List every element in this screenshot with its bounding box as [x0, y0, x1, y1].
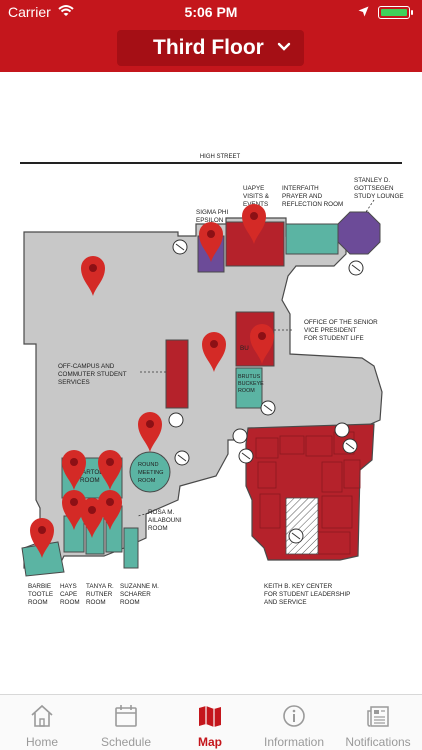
keith-hatched-area: [285, 497, 319, 555]
label-rosa-1: ROSA M.: [148, 509, 174, 516]
tab-schedule[interactable]: Schedule: [84, 695, 168, 750]
label-interfaith-1: INTERFAITH: [282, 185, 319, 192]
label-hays-2: CAPE: [60, 591, 77, 598]
label-interfaith-2: PRAYER AND: [282, 193, 323, 200]
newspaper-icon: [367, 706, 389, 727]
label-barbie-3: ROOM: [28, 599, 48, 606]
label-offcampus-3: SERVICES: [58, 379, 90, 386]
label-offcampus-1: OFF-CAMPUS AND: [58, 363, 115, 370]
calendar-icon: [115, 705, 137, 727]
label-uapye-2: VISITS &: [243, 193, 270, 200]
label-barbie-2: TOOTLE: [28, 591, 53, 598]
tab-schedule-label: Schedule: [100, 735, 152, 749]
restroom-icon: [232, 428, 248, 444]
label-stanley-2: GOTTSEGEN: [354, 185, 394, 192]
map-icon: [199, 706, 221, 727]
suzanne-scharer-room[interactable]: [123, 527, 139, 569]
label-tanya-1: TANYA R.: [86, 583, 114, 590]
info-icon: [283, 705, 305, 727]
stanley-lounge[interactable]: [337, 211, 381, 255]
label-rosa-3: ROOM: [148, 525, 168, 532]
tab-map[interactable]: Map: [168, 695, 252, 750]
label-round-3: ROOM: [138, 478, 156, 484]
label-bu: BU: [240, 345, 249, 352]
street-label: HIGH STREET: [200, 154, 241, 160]
interfaith-room[interactable]: [285, 223, 339, 255]
battery-tip: [411, 10, 413, 15]
restroom-icon: [168, 412, 184, 428]
label-tanya-2: RUTNER: [86, 591, 113, 598]
label-uapye-1: UAPYE: [243, 185, 264, 192]
tab-notifications[interactable]: Notifications: [336, 695, 420, 750]
app-header: Carrier 5:06 PM Third Floor: [0, 0, 422, 72]
label-suzanne-2: SCHARER: [120, 591, 151, 598]
label-keith-2: FOR STUDENT LEADERSHIP: [264, 591, 350, 598]
tab-home[interactable]: Home: [0, 695, 84, 750]
label-keith-1: KEITH B. KEY CENTER: [264, 583, 333, 590]
label-interfaith-3: REFLECTION ROOM: [282, 201, 343, 208]
location-arrow-icon: [358, 6, 369, 17]
chevron-down-icon: [277, 42, 291, 51]
floor-plan: HIGH STREET STANLEY D. GOTTSEGEN STUDY L…: [20, 154, 404, 606]
label-sigma-1: SIGMA PHI: [196, 209, 228, 216]
tab-information[interactable]: Information: [252, 695, 336, 750]
label-brutus-1: BRUTUS: [238, 374, 261, 380]
label-rosa-2: AILABOUNI: [148, 517, 182, 524]
label-brutus-2: BUCKEYE: [238, 381, 264, 387]
floor-map[interactable]: HIGH STREET STANLEY D. GOTTSEGEN STUDY L…: [0, 72, 422, 694]
label-stanley-1: STANLEY D.: [354, 177, 390, 184]
floor-selector[interactable]: Third Floor: [117, 30, 304, 66]
label-artoe-room: ROOM: [80, 477, 100, 484]
label-office-3: FOR STUDENT LIFE: [304, 335, 364, 342]
label-hays-1: HAYS: [60, 583, 77, 590]
label-round-1: ROUND: [138, 462, 159, 468]
label-barbie-1: BARBIE: [28, 583, 51, 590]
label-tanya-3: ROOM: [86, 599, 106, 606]
label-brutus-3: ROOM: [238, 388, 255, 394]
floor-title: Third Floor: [153, 36, 264, 59]
label-keith-3: AND SERVICE: [264, 599, 307, 606]
label-suzanne-1: SUZANNE M.: [120, 583, 159, 590]
tab-information-label: Information: [263, 735, 325, 749]
tab-map-label: Map: [198, 735, 222, 749]
restroom-icon: [334, 422, 350, 438]
home-icon: [31, 704, 53, 727]
tab-home-label: Home: [25, 735, 58, 749]
label-hays-3: ROOM: [60, 599, 80, 606]
label-office-2: VICE PRESIDENT: [304, 327, 357, 334]
offcampus-room[interactable]: [165, 339, 189, 409]
label-suzanne-3: ROOM: [120, 599, 140, 606]
battery-level: [380, 8, 407, 16]
tab-notifications-label: Notifications: [345, 735, 411, 749]
label-offcampus-2: COMMUTER STUDENT: [58, 371, 127, 378]
tab-bar: Home Schedule Map Information Notificati…: [0, 694, 422, 750]
label-stanley-3: STUDY LOUNGE: [354, 193, 404, 200]
label-office-1: OFFICE OF THE SENIOR: [304, 319, 378, 326]
battery-icon: [378, 6, 410, 19]
status-bar: Carrier 5:06 PM: [0, 0, 422, 24]
label-round-2: MEETING: [138, 470, 163, 476]
